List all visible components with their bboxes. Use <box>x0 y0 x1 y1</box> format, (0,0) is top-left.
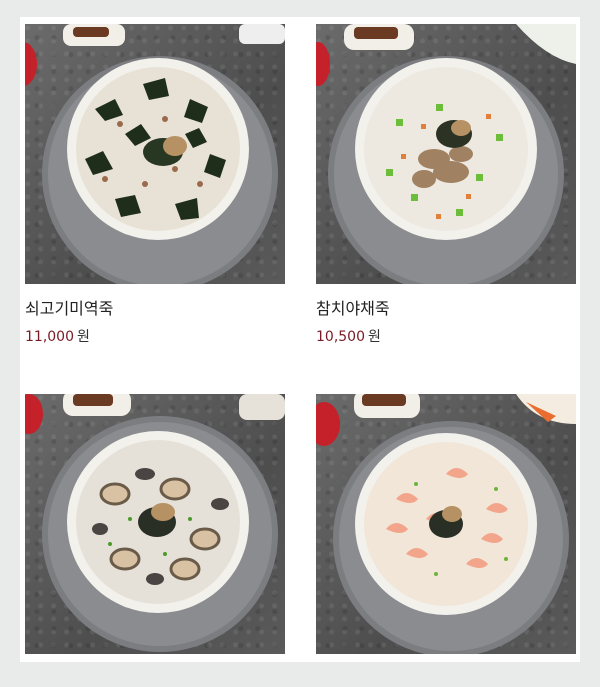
product-price <box>316 669 576 687</box>
product-image[interactable] <box>316 394 576 654</box>
product-price: 11,000 원 <box>25 328 285 346</box>
product-image[interactable] <box>316 24 576 284</box>
product-grid: 쇠고기미역죽 11,000 원 참치야채죽 10,500 원 <box>20 17 580 662</box>
product-name[interactable]: 쇠고기미역죽 <box>25 299 285 319</box>
product-card[interactable] <box>25 394 285 687</box>
price-value: 11,000 <box>25 329 74 345</box>
product-price <box>25 669 285 687</box>
price-currency: 원 <box>77 329 90 345</box>
price-currency: 원 <box>368 329 381 345</box>
product-card[interactable]: 쇠고기미역죽 11,000 원 <box>25 24 285 346</box>
product-image[interactable] <box>25 394 285 654</box>
price-value: 10,500 <box>316 329 365 345</box>
product-card[interactable]: 참치야채죽 10,500 원 <box>316 24 576 346</box>
product-card[interactable] <box>316 394 576 687</box>
product-name[interactable]: 참치야채죽 <box>316 299 576 319</box>
product-price: 10,500 원 <box>316 328 576 346</box>
product-image[interactable] <box>25 24 285 284</box>
porridge <box>364 67 528 231</box>
